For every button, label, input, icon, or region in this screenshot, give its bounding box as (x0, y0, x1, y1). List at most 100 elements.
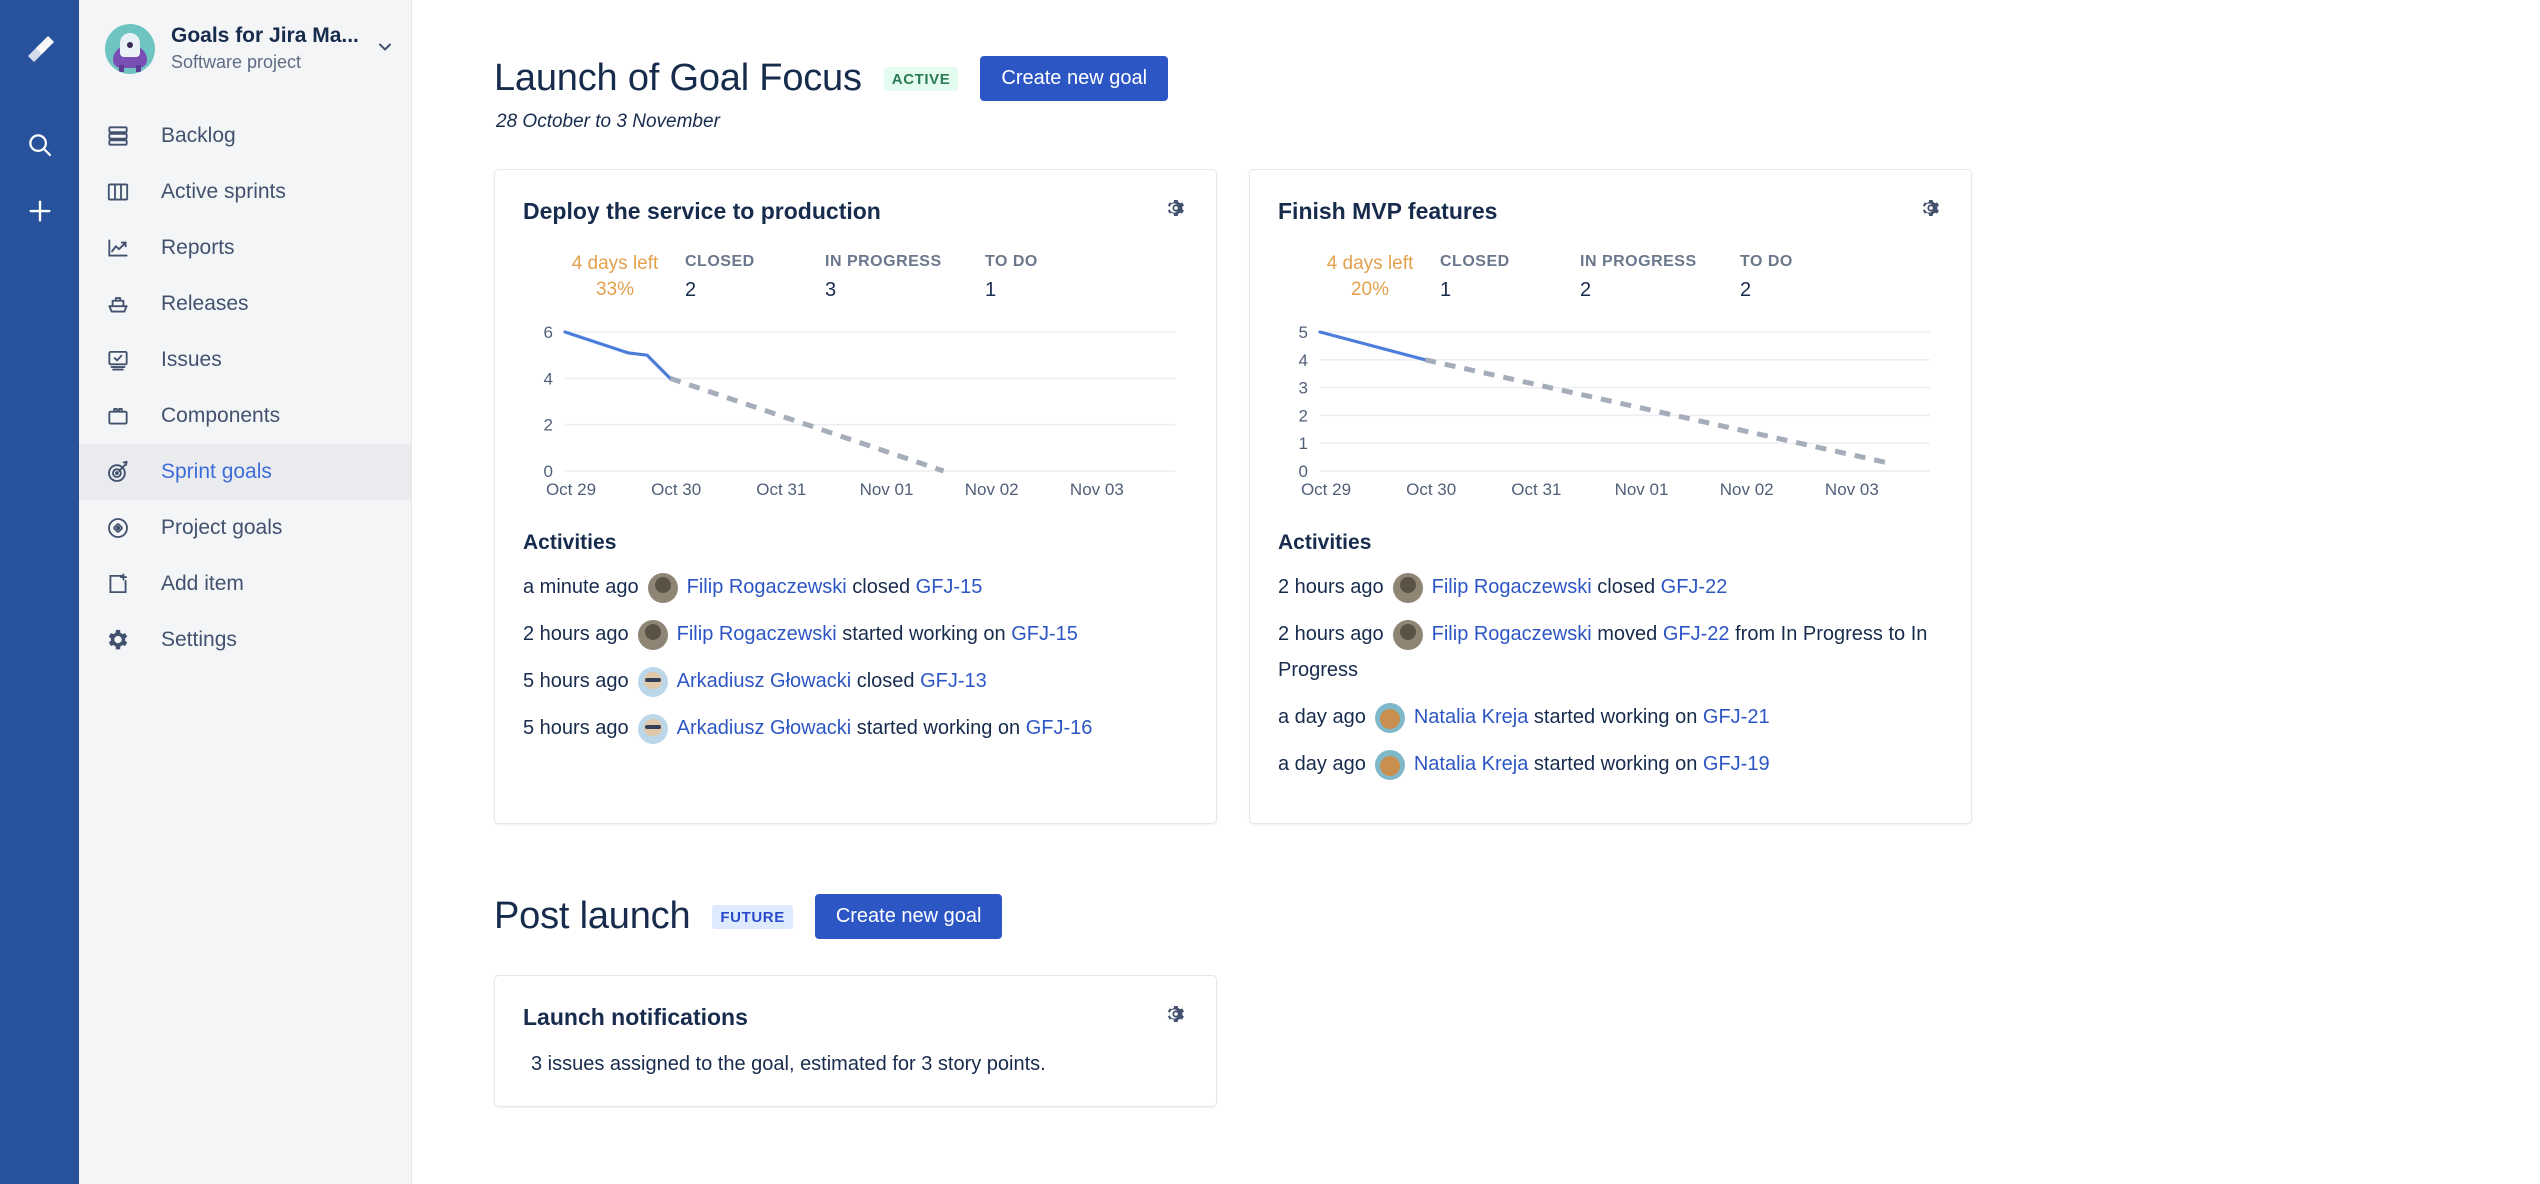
svg-text:4: 4 (544, 369, 553, 388)
gear-icon[interactable] (1919, 196, 1943, 225)
activity-issue-key[interactable]: GFJ-22 (1661, 576, 1728, 598)
sidebar-item-label: Settings (161, 628, 237, 652)
activity-user[interactable]: Natalia Kreja (1414, 706, 1529, 728)
svg-text:Nov 02: Nov 02 (1720, 480, 1774, 499)
app-root: Goals for Jira Ma... Software project Ba… (0, 0, 2540, 1184)
sidebar-item-reports[interactable]: Reports (79, 220, 411, 276)
closed-stat: CLOSED 2 (685, 253, 815, 302)
avatar (1375, 750, 1405, 780)
status-badge: ACTIVE (884, 67, 959, 91)
activity-verb: moved (1592, 623, 1663, 645)
create-new-goal-button[interactable]: Create new goal (815, 894, 1003, 939)
avatar (648, 573, 678, 603)
gear-icon[interactable] (1164, 196, 1188, 225)
in-progress-label: IN PROGRESS (825, 253, 975, 271)
sidebar-item-label: Project goals (161, 516, 282, 540)
sidebar-item-label: Releases (161, 292, 249, 316)
activity-issue-key[interactable]: GFJ-21 (1703, 706, 1770, 728)
burndown-chart: 012345Oct 29Oct 30Oct 31Nov 01Nov 02Nov … (1278, 320, 1941, 505)
create-new-goal-button[interactable]: Create new goal (980, 56, 1168, 101)
sidebar-item-active-sprints[interactable]: Active sprints (79, 164, 411, 220)
svg-text:0: 0 (1299, 462, 1308, 481)
goal-card: Deploy the service to production 4 days … (494, 169, 1217, 824)
days-left-percent: 20% (1310, 279, 1430, 301)
avatar (1393, 573, 1423, 603)
activity-issue-key[interactable]: GFJ-15 (1011, 623, 1078, 645)
global-nav-rail (0, 0, 79, 1184)
activity-item: a day agoNatalia Kreja started working o… (1278, 746, 1941, 782)
chevron-down-icon[interactable] (375, 37, 395, 62)
days-left-label: 4 days left (555, 253, 675, 275)
activity-item: 2 hours agoFilip Rogaczewski started wor… (523, 616, 1186, 652)
backlog-icon (105, 123, 143, 149)
activity-user[interactable]: Arkadiusz Głowacki (677, 670, 852, 692)
goal-stats: 4 days left 20% CLOSED 1 IN PROGRESS 2 T… (1278, 253, 1941, 302)
sidebar-item-releases[interactable]: Releases (79, 276, 411, 332)
sidebar-item-label: Reports (161, 236, 235, 260)
goal-card: Finish MVP features 4 days left 20% CLOS… (1249, 169, 1972, 824)
svg-text:2: 2 (1299, 406, 1308, 425)
activity-user[interactable]: Arkadiusz Głowacki (677, 717, 852, 739)
activity-user[interactable]: Filip Rogaczewski (1432, 576, 1592, 598)
activities-title: Activities (1278, 531, 1941, 555)
activity-issue-key[interactable]: GFJ-16 (1026, 717, 1093, 739)
sidebar-item-sprint-goals[interactable]: Sprint goals (79, 444, 411, 500)
jira-logo-icon[interactable] (18, 30, 62, 74)
activity-issue-key[interactable]: GFJ-19 (1703, 753, 1770, 775)
plus-icon[interactable] (17, 188, 63, 234)
sidebar-item-label: Active sprints (161, 180, 286, 204)
activity-time: 2 hours ago (1278, 576, 1384, 598)
avatar (1375, 703, 1405, 733)
closed-label: CLOSED (1440, 253, 1570, 271)
sidebar-item-label: Backlog (161, 124, 236, 148)
search-icon[interactable] (17, 122, 63, 168)
activity-verb: closed (847, 576, 916, 598)
sidebar-item-issues[interactable]: Issues (79, 332, 411, 388)
sidebar-item-project-goals[interactable]: Project goals (79, 500, 411, 556)
sidebar-item-settings[interactable]: Settings (79, 612, 411, 668)
svg-text:Oct 31: Oct 31 (756, 480, 806, 499)
activity-user[interactable]: Filip Rogaczewski (1432, 623, 1592, 645)
todo-value: 2 (1740, 279, 1850, 302)
closed-stat: CLOSED 1 (1440, 253, 1570, 302)
activity-verb: closed (1592, 576, 1661, 598)
activity-user[interactable]: Natalia Kreja (1414, 753, 1529, 775)
activity-item: a minute ago Filip Rogaczewski closed GFJ… (523, 569, 1186, 605)
activities-list: 2 hours ago Filip Rogaczewski closed GFJ-… (1278, 569, 1941, 782)
main-content: Launch of Goal Focus ACTIVE Create new g… (412, 0, 2540, 1184)
post-launch-title: Post launch (494, 895, 690, 938)
activity-time: 5 hours ago (523, 670, 629, 692)
avatar (1393, 620, 1423, 650)
activity-issue-key[interactable]: GFJ-22 (1663, 623, 1730, 645)
activity-user[interactable]: Filip Rogaczewski (677, 623, 837, 645)
activity-issue-key[interactable]: GFJ-15 (916, 576, 983, 598)
activity-verb: started working on (851, 717, 1026, 739)
project-avatar-icon (105, 24, 155, 74)
sidebar-item-label: Sprint goals (161, 460, 272, 484)
sidebar-item-backlog[interactable]: Backlog (79, 108, 411, 164)
post-launch-header: Post launch FUTURE Create new goal (494, 894, 2540, 939)
activity-time: 2 hours ago (523, 623, 629, 645)
days-left-label: 4 days left (1310, 253, 1430, 275)
in-progress-stat: IN PROGRESS 2 (1580, 253, 1730, 302)
goal-stats: 4 days left 33% CLOSED 2 IN PROGRESS 3 T… (523, 253, 1186, 302)
goal-description: 3 issues assigned to the goal, estimated… (523, 1053, 1186, 1076)
activity-user[interactable]: Filip Rogaczewski (687, 576, 847, 598)
activity-time: a minute ago (523, 576, 639, 598)
goal-cards-row: Deploy the service to production 4 days … (494, 169, 2540, 824)
activity-time: a day ago (1278, 706, 1366, 728)
gear-icon[interactable] (1164, 1002, 1188, 1031)
svg-text:Oct 29: Oct 29 (1301, 480, 1351, 499)
todo-label: TO DO (985, 253, 1095, 271)
sidebar-item-add-item[interactable]: Add item (79, 556, 411, 612)
in-progress-label: IN PROGRESS (1580, 253, 1730, 271)
page-title: Launch of Goal Focus (494, 57, 862, 100)
in-progress-stat: IN PROGRESS 3 (825, 253, 975, 302)
project-switcher[interactable]: Goals for Jira Ma... Software project (79, 18, 411, 74)
activity-issue-key[interactable]: GFJ-13 (920, 670, 987, 692)
issues-icon (105, 347, 143, 373)
sidebar-item-components[interactable]: Components (79, 388, 411, 444)
target-icon (105, 459, 143, 485)
activity-verb: started working on (1528, 706, 1703, 728)
svg-text:6: 6 (544, 323, 553, 342)
